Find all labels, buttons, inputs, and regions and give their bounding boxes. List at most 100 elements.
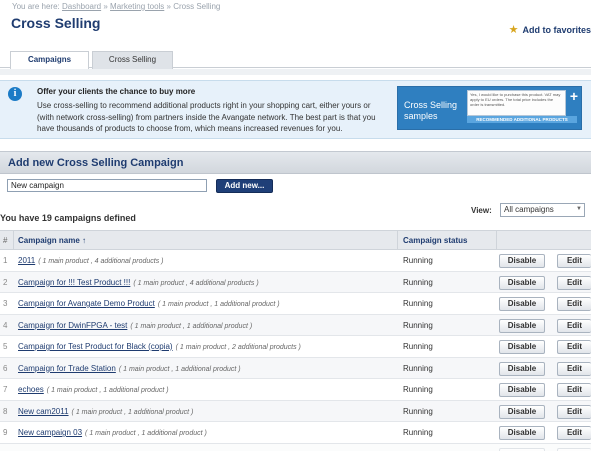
table-body: 1 2011( 1 main product , 4 additional pro… xyxy=(0,250,591,451)
table-row: 8 New cam2011( 1 main product , 1 additio… xyxy=(0,400,591,422)
column-header-number: # xyxy=(3,236,8,245)
campaign-name-link[interactable]: echoes xyxy=(18,385,44,394)
edit-button[interactable]: Edit xyxy=(557,318,591,333)
column-divider xyxy=(397,231,398,250)
table-row: 1 2011( 1 main product , 4 additional pro… xyxy=(0,250,591,272)
campaign-name-cell: 2011( 1 main product , 4 additional prod… xyxy=(18,256,164,265)
table-row: 10Serban( 1 main product , 1 additional … xyxy=(0,443,591,451)
campaign-name-link[interactable]: Campaign for Test Product for Black (cop… xyxy=(18,342,173,351)
disable-button[interactable]: Disable xyxy=(499,318,545,333)
campaign-product-summary: ( 1 main product , 1 additional product … xyxy=(85,430,207,437)
campaign-name-cell: Campaign for Trade Station( 1 main produ… xyxy=(18,364,241,373)
campaign-name-cell: New cam2011( 1 main product , 1 addition… xyxy=(18,407,193,416)
plus-icon: + xyxy=(569,88,578,104)
campaign-name-link[interactable]: Campaign for !!! Test Product !!! xyxy=(18,278,130,287)
row-number: 9 xyxy=(3,428,8,437)
edit-button[interactable]: Edit xyxy=(557,404,591,419)
campaign-name-link[interactable]: Campaign for Avangate Demo Product xyxy=(18,299,155,308)
edit-button[interactable]: Edit xyxy=(557,275,591,290)
new-campaign-input[interactable] xyxy=(7,179,207,192)
row-number: 1 xyxy=(3,256,8,265)
tab-content-strip xyxy=(0,69,591,75)
breadcrumb: You are here: Dashboard » Marketing tool… xyxy=(12,2,220,11)
add-to-favorites-link[interactable]: ★ Add to favorites xyxy=(509,23,591,36)
campaign-status: Running xyxy=(403,320,433,330)
campaign-name-link[interactable]: Campaign for DwinFPGA - test xyxy=(18,321,127,330)
breadcrumb-link-marketing-tools[interactable]: Marketing tools xyxy=(110,2,164,11)
campaign-product-summary: ( 1 main product , 1 additional product … xyxy=(46,387,169,394)
campaign-name-link[interactable]: Campaign for Trade Station xyxy=(18,364,116,373)
table-row: 2 Campaign for !!! Test Product !!!( 1 ma… xyxy=(0,271,591,293)
tab-bar: Campaigns Cross Selling xyxy=(0,50,591,70)
disable-button[interactable]: Disable xyxy=(499,361,545,376)
disable-button[interactable]: Disable xyxy=(499,297,545,311)
breadcrumb-current: Cross Selling xyxy=(173,2,221,11)
disable-button[interactable]: Disable xyxy=(499,426,545,440)
campaign-name-link[interactable]: New campaign 03 xyxy=(18,428,82,437)
campaign-status: Running xyxy=(403,299,433,308)
promo-screenshot: Yes, I would like to purchase this produ… xyxy=(467,90,566,116)
disable-button[interactable]: Disable xyxy=(499,404,545,419)
column-divider xyxy=(496,231,497,250)
star-icon: ★ xyxy=(508,24,519,36)
disable-button[interactable]: Disable xyxy=(499,447,545,451)
row-number: 8 xyxy=(3,406,8,416)
campaigns-table: # Campaign name ↑ Campaign status 1 2011(… xyxy=(0,230,591,451)
edit-button[interactable]: Edit xyxy=(557,297,591,311)
campaign-name-cell: echoes( 1 main product , 1 additional pr… xyxy=(18,385,169,394)
campaign-name-cell: Campaign for Test Product for Black (cop… xyxy=(18,342,301,351)
column-header-campaign-status[interactable]: Campaign status xyxy=(403,236,467,245)
edit-button[interactable]: Edit xyxy=(557,361,591,376)
breadcrumb-prefix: You are here: xyxy=(12,2,60,11)
tab-campaigns[interactable]: Campaigns xyxy=(10,51,89,70)
disable-button[interactable]: Disable xyxy=(499,275,545,290)
campaign-name-link[interactable]: New cam2011 xyxy=(18,407,69,416)
view-filter-value: All campaigns xyxy=(504,205,554,214)
table-row: 3 Campaign for Avangate Demo Product( 1 m… xyxy=(0,293,591,315)
campaign-status: Running xyxy=(403,342,433,351)
edit-button[interactable]: Edit xyxy=(557,426,591,440)
view-filter-select[interactable]: All campaigns ▼ xyxy=(500,203,585,217)
view-label: View: xyxy=(471,206,492,215)
campaign-name-cell: New campaign 03( 1 main product , 1 addi… xyxy=(18,428,207,437)
row-number: 2 xyxy=(3,277,8,287)
row-number: 7 xyxy=(3,385,8,394)
campaign-count: You have 19 campaigns defined xyxy=(0,213,136,223)
campaign-product-summary: ( 1 main product , 4 additional products… xyxy=(133,279,259,287)
campaign-product-summary: ( 1 main product , 1 additional product … xyxy=(157,301,280,308)
edit-button[interactable]: Edit xyxy=(557,383,591,397)
disable-button[interactable]: Disable xyxy=(499,383,545,397)
row-number: 3 xyxy=(3,299,8,308)
edit-button[interactable]: Edit xyxy=(557,340,591,354)
campaign-status: Running xyxy=(403,277,433,287)
disable-button[interactable]: Disable xyxy=(499,254,545,268)
breadcrumb-link-dashboard[interactable]: Dashboard xyxy=(62,2,101,11)
info-text: Use cross-selling to recommend additiona… xyxy=(37,101,376,133)
tab-cross-selling[interactable]: Cross Selling xyxy=(92,51,173,69)
cross-selling-samples-banner[interactable]: Cross Selling samples Yes, I would like … xyxy=(397,86,582,130)
disable-button[interactable]: Disable xyxy=(499,340,545,354)
row-number: 4 xyxy=(3,320,8,330)
campaign-product-summary: ( 1 main product , 1 additional product … xyxy=(130,322,253,330)
promo-recommended-bar: RECOMMENDED ADDITIONAL PRODUCTS xyxy=(467,116,577,123)
campaign-name-cell: Campaign for DwinFPGA - test( 1 main pro… xyxy=(18,321,252,330)
add-campaign-section-header: Add new Cross Selling Campaign xyxy=(0,151,591,174)
table-row: 6 Campaign for Trade Station( 1 main prod… xyxy=(0,357,591,379)
table-header: # Campaign name ↑ Campaign status xyxy=(0,230,591,250)
row-number: 5 xyxy=(3,342,8,351)
campaign-status: Running xyxy=(403,256,433,265)
column-header-campaign-name[interactable]: Campaign name ↑ xyxy=(18,236,86,245)
campaign-status: Running xyxy=(403,406,433,416)
campaign-name-cell: Campaign for Avangate Demo Product( 1 ma… xyxy=(18,299,280,308)
add-new-button[interactable]: Add new... xyxy=(216,179,273,193)
page-title: Cross Selling xyxy=(11,15,101,31)
campaign-status: Running xyxy=(403,428,433,437)
promo-title: Cross Selling samples xyxy=(404,100,458,121)
campaign-name-link[interactable]: 2011 xyxy=(18,256,35,265)
edit-button[interactable]: Edit xyxy=(557,447,591,451)
row-number: 6 xyxy=(3,363,8,373)
edit-button[interactable]: Edit xyxy=(557,254,591,268)
chevron-down-icon: ▼ xyxy=(576,206,582,212)
table-row: 4 Campaign for DwinFPGA - test( 1 main pr… xyxy=(0,314,591,336)
table-row: 9 New campaign 03( 1 main product , 1 add… xyxy=(0,422,591,444)
